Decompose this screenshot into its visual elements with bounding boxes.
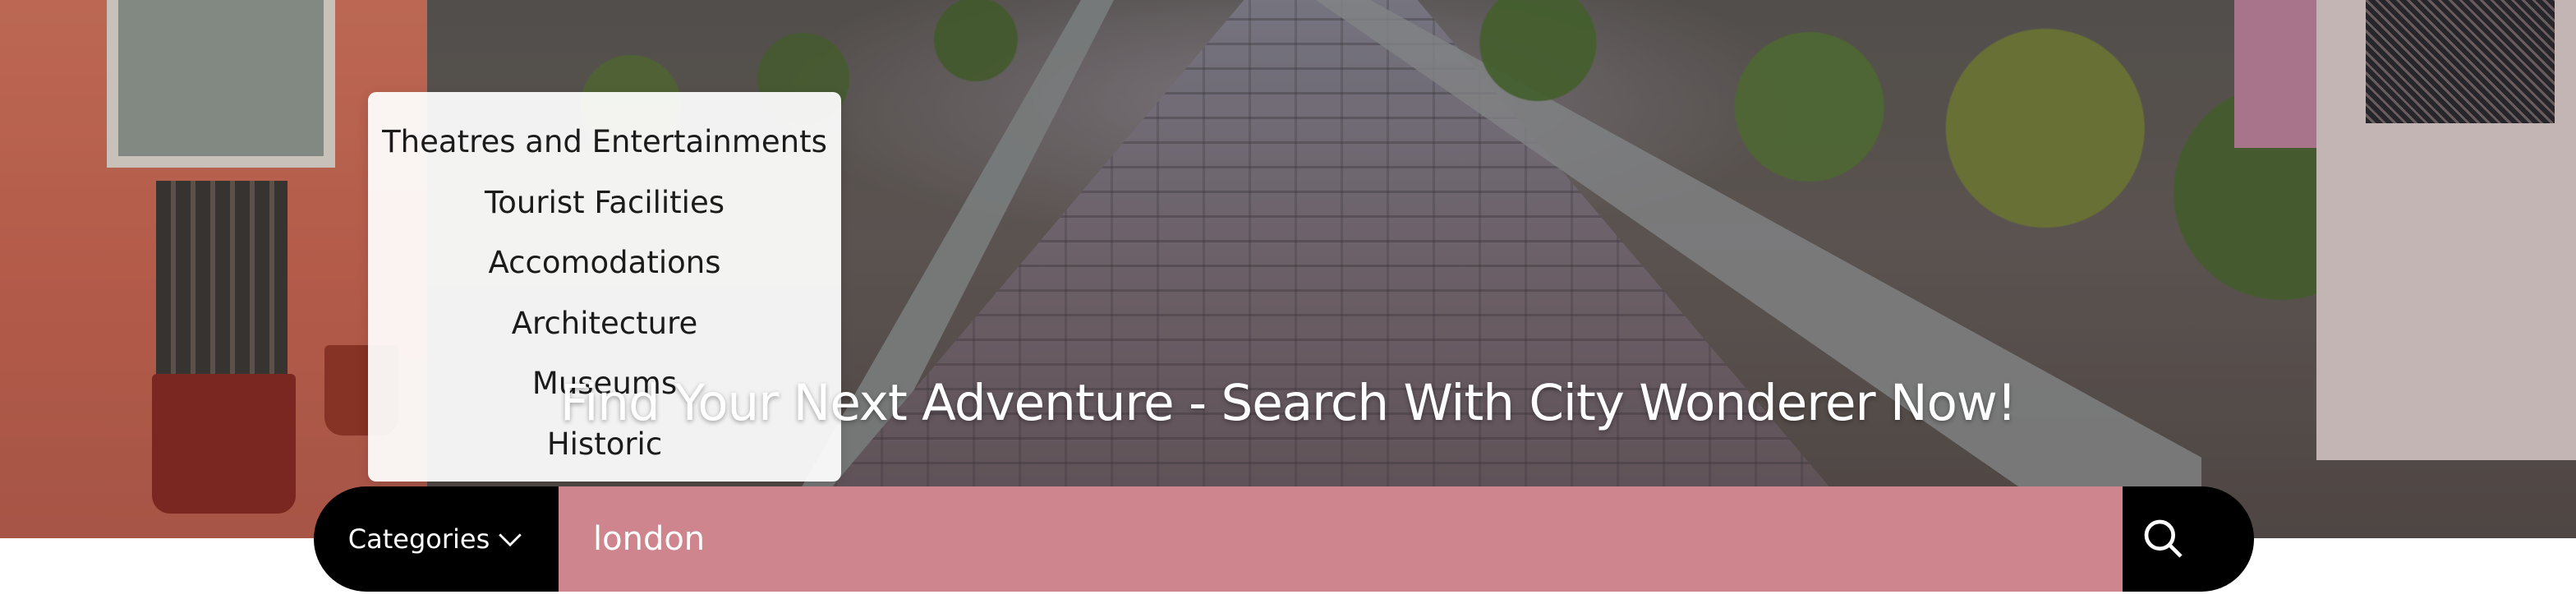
dropdown-item-theatres[interactable]: Theatres and Entertainments: [368, 112, 841, 173]
search-input[interactable]: [559, 486, 2123, 592]
building-left: [0, 0, 427, 538]
dropdown-item-architecture[interactable]: Architecture: [368, 293, 841, 354]
search-button[interactable]: [2123, 486, 2254, 592]
dropdown-item-accomodations[interactable]: Accomodations: [368, 233, 841, 293]
chevron-down-icon: [499, 533, 522, 547]
window: [156, 181, 288, 386]
search-icon: [2144, 519, 2183, 558]
sidewalk: [1316, 0, 2201, 538]
window: [107, 0, 335, 168]
dropdown-item-tourist-facilities[interactable]: Tourist Facilities: [368, 173, 841, 233]
cobblestone-street: [789, 0, 1873, 538]
categories-button[interactable]: Categories: [314, 486, 559, 592]
plants: [1396, 0, 2576, 427]
building-right: [2234, 0, 2325, 148]
hero-title: Find Your Next Adventure - Search With C…: [559, 374, 2017, 432]
window: [2366, 0, 2555, 123]
search-bar: Categories: [314, 486, 2254, 592]
categories-label: Categories: [347, 523, 490, 555]
